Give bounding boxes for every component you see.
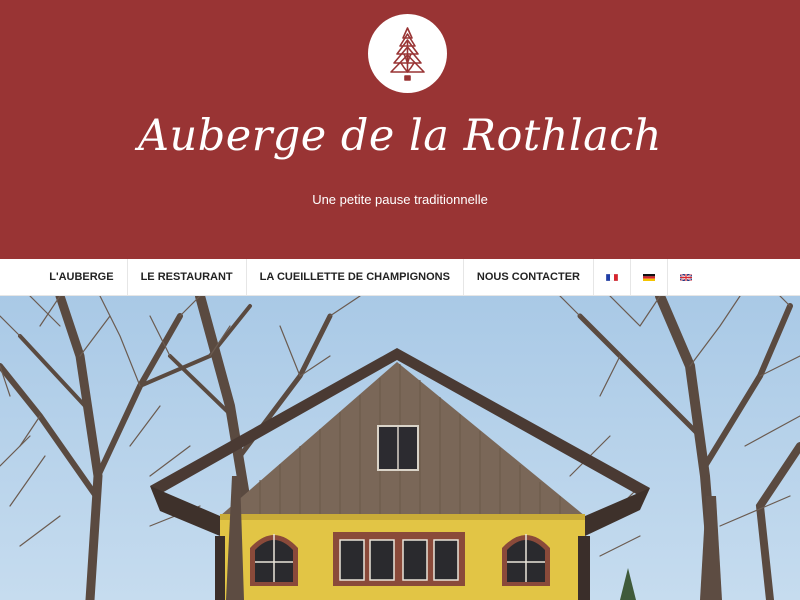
flag-fr-icon <box>606 274 618 281</box>
hero-photo <box>0 296 800 600</box>
main-navigation: L'AUBERGE LE RESTAURANT LA CUEILLETTE DE… <box>0 259 800 296</box>
site-tagline: Une petite pause traditionnelle <box>312 192 488 207</box>
nav-item-restaurant[interactable]: LE RESTAURANT <box>126 259 246 296</box>
nav-item-contact[interactable]: NOUS CONTACTER <box>462 259 593 296</box>
inn-photo <box>0 296 800 600</box>
site-title[interactable]: Auberge de la Rothlach <box>0 106 800 166</box>
nav-menu: L'AUBERGE LE RESTAURANT LA CUEILLETTE DE… <box>36 259 704 296</box>
language-de[interactable] <box>630 259 667 296</box>
language-fr[interactable] <box>593 259 630 296</box>
fir-tree-icon <box>390 27 425 81</box>
site-header: Auberge de la Rothlach Une petite pause … <box>0 0 800 259</box>
site-logo[interactable] <box>368 14 447 93</box>
language-en[interactable] <box>667 259 704 296</box>
nav-item-cueillette[interactable]: LA CUEILLETTE DE CHAMPIGNONS <box>245 259 463 296</box>
flag-en-icon <box>680 274 692 281</box>
nav-item-auberge[interactable]: L'AUBERGE <box>36 259 126 296</box>
flag-de-icon <box>643 274 655 281</box>
bare-trees-right <box>559 296 800 600</box>
